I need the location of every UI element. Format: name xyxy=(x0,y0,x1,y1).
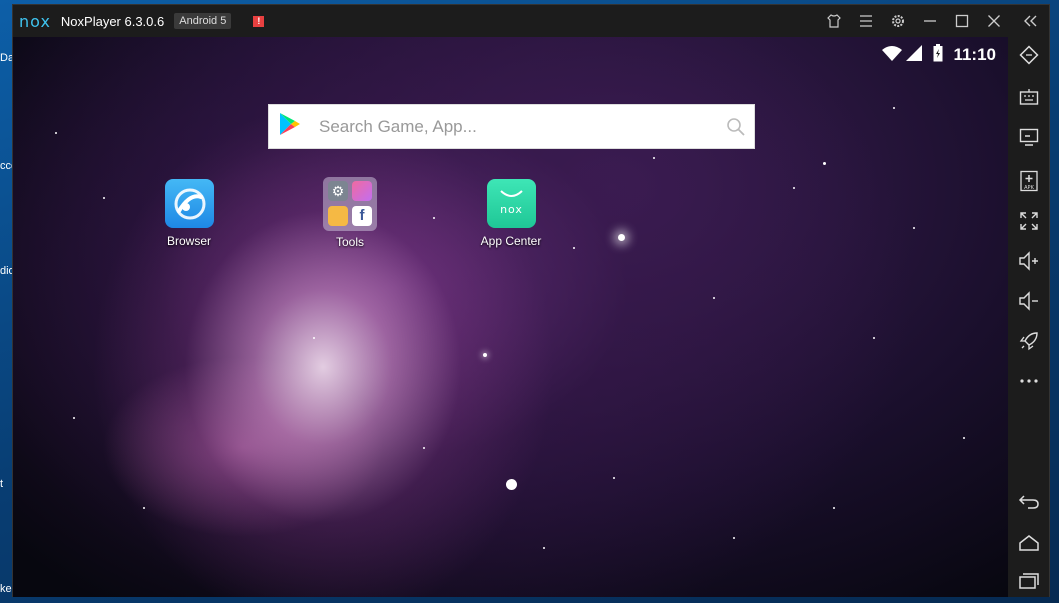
shirt-icon[interactable] xyxy=(818,5,850,37)
star xyxy=(573,247,575,249)
star xyxy=(143,507,145,509)
star xyxy=(913,227,915,229)
app-label: App Center xyxy=(480,234,542,248)
star xyxy=(963,437,965,439)
star xyxy=(483,353,487,357)
star xyxy=(653,157,655,159)
star xyxy=(73,417,75,419)
gear-icon: ⚙ xyxy=(328,181,348,201)
keyboard-icon[interactable] xyxy=(1013,81,1045,113)
app-label: Tools xyxy=(335,235,364,249)
facebook-icon: f xyxy=(352,206,372,226)
alert-badge[interactable]: ! xyxy=(253,15,265,27)
screen-icon[interactable] xyxy=(1013,121,1045,153)
collapse-icon[interactable] xyxy=(1014,5,1046,37)
menu-icon[interactable] xyxy=(850,5,882,37)
star xyxy=(893,107,895,109)
minimize-icon[interactable] xyxy=(914,5,946,37)
recents-icon[interactable] xyxy=(1013,565,1045,597)
nox-logo: nox xyxy=(19,11,51,31)
battery-icon xyxy=(933,43,943,67)
gallery-icon xyxy=(352,181,372,201)
star xyxy=(793,187,795,189)
search-input[interactable]: Search Game, App... xyxy=(319,117,477,137)
title-bar[interactable]: nox NoxPlayer 6.3.0.6 Android 5 ! xyxy=(13,5,1049,37)
volume-up-icon[interactable] xyxy=(1013,245,1045,277)
fullscreen-icon[interactable] xyxy=(1013,205,1045,237)
star xyxy=(613,477,615,479)
app-title: NoxPlayer 6.3.0.6 xyxy=(60,13,165,29)
nox-player-window: nox NoxPlayer 6.3.0.6 Android 5 ! 11:10 … xyxy=(12,4,1050,597)
file-manager-icon xyxy=(328,206,348,226)
browser-icon xyxy=(164,179,214,228)
right-toolbar: APK xyxy=(1008,37,1049,597)
star xyxy=(833,507,835,509)
star xyxy=(873,337,875,339)
rocket-icon[interactable] xyxy=(1013,325,1045,357)
app-app-center[interactable]: nox App Center xyxy=(471,179,551,248)
page-indicator-dot xyxy=(506,479,517,490)
star xyxy=(103,197,105,199)
search-bar[interactable]: Search Game, App... xyxy=(268,104,755,149)
svg-text:APK: APK xyxy=(1024,185,1034,191)
wifi-icon xyxy=(881,45,903,66)
star xyxy=(543,547,545,549)
star xyxy=(823,162,826,165)
app-label: Browser xyxy=(166,234,211,248)
star xyxy=(618,234,625,241)
rotate-icon[interactable] xyxy=(1013,39,1045,71)
app-center-icon: nox xyxy=(486,179,536,228)
search-icon[interactable] xyxy=(726,117,746,142)
star xyxy=(433,217,435,219)
apk-icon[interactable]: APK xyxy=(1013,165,1045,197)
star xyxy=(55,132,57,134)
title-bar-controls xyxy=(818,5,1046,37)
star xyxy=(423,447,425,449)
play-store-icon xyxy=(279,112,301,141)
gear-icon[interactable] xyxy=(882,5,914,37)
back-icon[interactable] xyxy=(1013,485,1045,517)
svg-text:nox: nox xyxy=(500,203,523,216)
android-home-screen[interactable]: 11:10 Search Game, App... Browser ⚙ f To… xyxy=(13,37,1008,597)
app-browser[interactable]: Browser xyxy=(149,179,229,248)
volume-down-icon[interactable] xyxy=(1013,285,1045,317)
star xyxy=(313,337,315,339)
desktop-label-fragment: t xyxy=(0,478,4,490)
tools-folder-icon: ⚙ f xyxy=(323,177,377,231)
clock: 11:10 xyxy=(953,45,996,64)
status-bar: 11:10 xyxy=(881,37,1008,73)
android-version-badge: Android 5 xyxy=(174,13,232,29)
star xyxy=(733,537,735,539)
app-tools-folder[interactable]: ⚙ f Tools xyxy=(310,177,390,249)
star xyxy=(713,297,715,299)
close-icon[interactable] xyxy=(978,5,1010,37)
signal-icon xyxy=(905,44,923,66)
more-icon[interactable] xyxy=(1013,365,1045,397)
home-icon[interactable] xyxy=(1013,527,1045,559)
maximize-icon[interactable] xyxy=(946,5,978,37)
desktop-label-fragment: ke xyxy=(0,583,12,595)
